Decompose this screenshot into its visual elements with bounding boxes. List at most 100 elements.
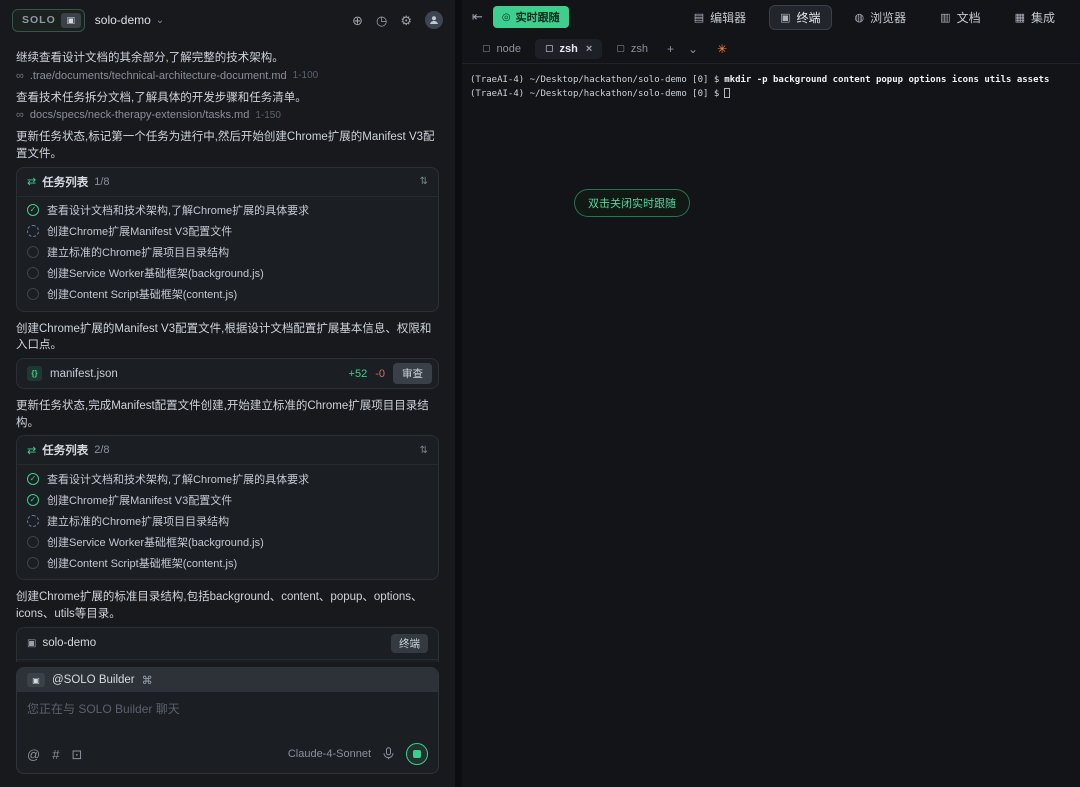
chat-composer: ▣ @SOLO Builder ⌘ @ # ⊡ Claude-4-Sonnet [16, 667, 439, 774]
line-range: 1-100 [293, 70, 319, 81]
task-list-icon: ⇄ [27, 444, 36, 457]
tab-label: 文档 [957, 9, 981, 26]
terminal-tab-icon: ▢ [482, 43, 491, 54]
task-items: 查看设计文档和技术架构,了解Chrome扩展的具体要求 创建Chrome扩展Ma… [17, 197, 438, 311]
tab-docs[interactable]: ▥ 文档 [929, 5, 991, 30]
terminal-tab-label: zsh [631, 43, 648, 55]
diff-deletions: -0 [375, 368, 385, 380]
task-list-header[interactable]: ⇄ 任务列表 1/8 ⇅ [17, 168, 438, 197]
task-list-icon: ⇄ [27, 175, 36, 188]
solo-mode-badge[interactable]: SOLO ▣ [12, 9, 85, 32]
file-path: .trae/documents/technical-architecture-d… [30, 70, 287, 82]
close-tab-icon[interactable]: × [586, 43, 592, 55]
attach-image-icon[interactable]: ⊡ [71, 748, 82, 761]
microphone-icon[interactable] [383, 747, 394, 762]
task-status-icon [27, 515, 39, 527]
task-list-progress: 2/8 [94, 444, 109, 456]
settings-gear-icon[interactable]: ⚙ [400, 14, 412, 27]
file-reference[interactable]: ∞ .trae/documents/technical-architecture… [16, 70, 439, 82]
file-diff-card[interactable]: {} manifest.json +52 -0 审查 [16, 358, 439, 389]
agent-label: @SOLO Builder [52, 674, 135, 686]
mention-icon[interactable]: @ [27, 748, 40, 761]
task-label: 建立标准的Chrome扩展项目目录结构 [47, 244, 229, 260]
task-list-header[interactable]: ⇄ 任务列表 2/8 ⇅ [17, 436, 438, 465]
workspace-panel: ⇤ ◎ 实时跟随 ▤ 编辑器 ▣ 终端 ◍ 浏览器 ▥ [462, 0, 1080, 787]
project-name: solo-demo [95, 13, 151, 27]
terminal-cursor [724, 88, 730, 98]
stop-icon [413, 750, 421, 758]
tab-label: 集成 [1031, 9, 1055, 26]
tab-browser[interactable]: ◍ 浏览器 [844, 5, 918, 30]
terminal-tab-zsh-active[interactable]: ▢ zsh × [535, 39, 602, 59]
tab-label: 编辑器 [710, 9, 746, 26]
task-list-card: ⇄ 任务列表 1/8 ⇅ 查看设计文档和技术架构,了解Chrome扩展的具体要求… [16, 167, 439, 312]
terminal-tabbar: ▢ node ▢ zsh × ▢ zsh + ⌄ ✳ [462, 34, 1080, 64]
warp-star-icon[interactable]: ✳ [717, 42, 727, 56]
agent-message: 继续查看设计文档的其余部分,了解完整的技术架构。 [16, 50, 439, 67]
person-icon [429, 15, 439, 25]
close-live-follow-button[interactable]: 双击关闭实时跟随 [574, 189, 690, 217]
task-item: 查看设计文档和技术架构,了解Chrome扩展的具体要求 [27, 200, 428, 221]
new-chat-icon[interactable]: ⊕ [352, 14, 363, 27]
terminal-tab-zsh[interactable]: ▢ zsh [606, 39, 658, 59]
tab-editor[interactable]: ▤ 编辑器 [683, 5, 757, 30]
composer-agent-header[interactable]: ▣ @SOLO Builder ⌘ [17, 668, 438, 692]
tab-terminal[interactable]: ▣ 终端 [769, 5, 831, 30]
terminal-output[interactable]: (TraeAI-4) ~/Desktop/hackathon/solo-demo… [462, 64, 1080, 787]
task-item: 创建Content Script基础框架(content.js) [27, 552, 428, 573]
task-label: 创建Chrome扩展Manifest V3配置文件 [47, 223, 232, 239]
tab-integrations[interactable]: ▦ 集成 [1004, 5, 1066, 30]
app-window: SOLO ▣ solo-demo ⌄ ⊕ ◷ ⚙ 继续查看设计文档的其余部分,了… [0, 0, 1080, 787]
terminal-dropdown-icon[interactable]: ⌄ [683, 40, 703, 58]
terminal-window-icon: ▣ [27, 638, 36, 649]
chat-panel-header: SOLO ▣ solo-demo ⌄ ⊕ ◷ ⚙ [0, 0, 455, 40]
task-label: 创建Content Script基础框架(content.js) [47, 555, 237, 571]
line-range: 1-150 [255, 110, 281, 121]
solo-label: SOLO [22, 14, 56, 26]
live-follow-label: 实时跟随 [516, 9, 560, 25]
open-terminal-button[interactable]: 终端 [391, 634, 428, 653]
model-selector[interactable]: Claude-4-Sonnet [288, 748, 371, 760]
task-list-card: ⇄ 任务列表 2/8 ⇅ 查看设计文档和技术架构,了解Chrome扩展的具体要求… [16, 435, 439, 580]
agent-message: 创建Chrome扩展的Manifest V3配置文件,根据设计文档配置扩展基本信… [16, 321, 439, 354]
history-icon[interactable]: ◷ [376, 14, 387, 27]
shell-prompt: (TraeAI-4) ~/Desktop/hackathon/solo-demo… [470, 75, 719, 85]
task-status-icon [27, 267, 39, 279]
task-status-icon [27, 246, 39, 258]
collapse-icon[interactable]: ⇅ [420, 445, 428, 456]
agent-message: 更新任务状态,完成Manifest配置文件创建,开始建立标准的Chrome扩展项… [16, 398, 439, 431]
composer-body [17, 692, 438, 738]
workspace-tabs: ▤ 编辑器 ▣ 终端 ◍ 浏览器 ▥ 文档 ▦ 集成 [683, 5, 1066, 30]
terminal-tab-label: node [497, 43, 521, 55]
terminal-card-header: ▣ solo-demo 终端 [17, 628, 438, 660]
terminal-tab-icon: ▢ [616, 43, 625, 54]
file-reference[interactable]: ∞ docs/specs/neck-therapy-extension/task… [16, 109, 439, 121]
back-icon[interactable]: ⇤ [472, 9, 483, 25]
task-label: 查看设计文档和技术架构,了解Chrome扩展的具体要求 [47, 202, 309, 218]
tab-label: 终端 [797, 9, 821, 26]
terminal-command-card: ▣ solo-demo 终端 mkdir -p background conte… [16, 627, 439, 662]
context-hash-icon[interactable]: # [52, 748, 59, 761]
shell-command: mkdir -p background content popup option… [724, 75, 1049, 85]
task-label: 创建Content Script基础框架(content.js) [47, 286, 237, 302]
document-icon: ▥ [940, 11, 950, 24]
collapse-icon[interactable]: ⇅ [420, 176, 428, 187]
new-terminal-icon[interactable]: + [662, 40, 679, 58]
avatar[interactable] [425, 11, 443, 29]
review-button[interactable]: 审查 [393, 363, 432, 384]
task-items: 查看设计文档和技术架构,了解Chrome扩展的具体要求 创建Chrome扩展Ma… [17, 465, 438, 579]
task-label: 创建Chrome扩展Manifest V3配置文件 [47, 492, 232, 508]
terminal-line: (TraeAI-4) ~/Desktop/hackathon/solo-demo… [470, 87, 1072, 101]
browser-icon: ◍ [855, 11, 865, 24]
task-label: 查看设计文档和技术架构,了解Chrome扩展的具体要求 [47, 471, 309, 487]
stop-generation-button[interactable] [406, 743, 428, 765]
terminal-tab-node[interactable]: ▢ node [472, 39, 531, 59]
chat-input[interactable] [27, 700, 428, 730]
panel-divider[interactable] [455, 0, 462, 787]
live-follow-badge[interactable]: ◎ 实时跟随 [493, 6, 569, 28]
integration-icon: ▦ [1015, 11, 1025, 24]
composer-footer: @ # ⊡ Claude-4-Sonnet [17, 738, 438, 773]
project-selector[interactable]: solo-demo ⌄ [95, 13, 164, 27]
task-item: 查看设计文档和技术架构,了解Chrome扩展的具体要求 [27, 468, 428, 489]
task-list-title: 任务列表 [42, 442, 88, 458]
